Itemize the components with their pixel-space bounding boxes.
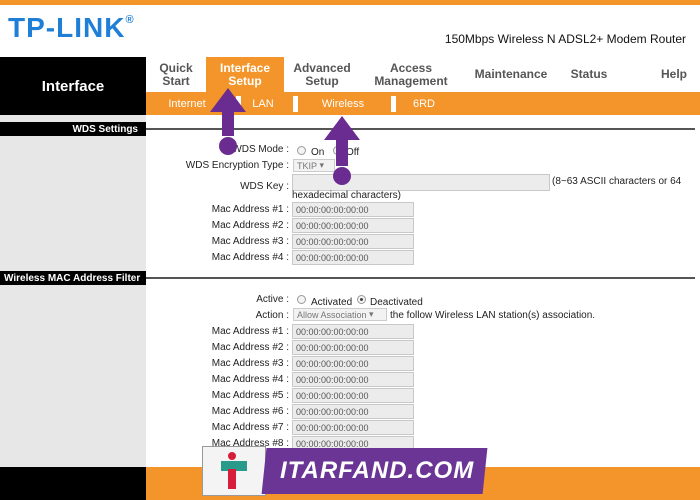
filter-mac-input[interactable]: 00:00:00:00:00:00 (292, 324, 414, 339)
tp-link-logo: TP-LINK® (8, 12, 135, 43)
filter-mac-label: Mac Address #4 : (211, 374, 289, 385)
wds-mac-input[interactable]: 00:00:00:00:00:00 (292, 234, 414, 249)
left-sidebar (0, 115, 146, 467)
filter-mac-input[interactable]: 00:00:00:00:00:00 (292, 404, 414, 419)
filter-mac-input[interactable]: 00:00:00:00:00:00 (292, 340, 414, 355)
wds-on-radio[interactable] (297, 146, 306, 155)
mac-filter-action-label: Action : (255, 310, 289, 321)
filter-mac-label: Mac Address #7 : (211, 422, 289, 433)
nav-access-management[interactable]: Access Management (360, 57, 462, 92)
nav-quick-start[interactable]: Quick Start (146, 57, 206, 92)
mac-filter-deactivated-label: Deactivated (370, 297, 423, 308)
nav-help[interactable]: Help (648, 57, 700, 92)
wds-settings-heading: WDS Settings (0, 122, 146, 136)
wds-encryption-label: WDS Encryption Type : (185, 160, 289, 171)
nav-advanced-setup[interactable]: Advanced Setup (284, 57, 360, 92)
watermark-text: ITARFAND.COM (280, 457, 475, 484)
filter-mac-label: Mac Address #5 : (211, 390, 289, 401)
wds-mac-input[interactable]: 00:00:00:00:00:00 (292, 218, 414, 233)
watermark: ITARFAND.COM (202, 446, 488, 496)
mac-filter-heading: Wireless MAC Address Filter (0, 271, 146, 285)
wds-key-hint-continued: hexadecimal characters) (292, 190, 401, 201)
top-accent-line (0, 0, 700, 5)
wds-key-hint: (8~63 ASCII characters or 64 (552, 176, 682, 187)
filter-mac-input[interactable]: 00:00:00:00:00:00 (292, 356, 414, 371)
mac-filter-action-hint: the follow Wireless LAN station(s) assoc… (390, 310, 596, 321)
wds-mac-input[interactable]: 00:00:00:00:00:00 (292, 250, 414, 265)
nav-maintenance[interactable]: Maintenance (466, 57, 556, 92)
filter-mac-label: Mac Address #2 : (211, 342, 289, 353)
nav-status[interactable]: Status (556, 57, 622, 92)
mac-filter-activated-radio[interactable] (297, 295, 306, 304)
annotation-arrow-icon (210, 88, 246, 155)
watermark-logo-icon (202, 446, 266, 496)
wds-key-label: WDS Key : (240, 181, 289, 192)
annotation-arrow-icon (324, 116, 360, 185)
section-title: Interface (0, 57, 146, 115)
filter-mac-input[interactable]: 00:00:00:00:00:00 (292, 420, 414, 435)
wds-mac-label: Mac Address #1 : (211, 204, 289, 215)
subnav-6rd[interactable]: 6RD (396, 92, 452, 115)
wds-mac-label: Mac Address #4 : (211, 252, 289, 263)
filter-mac-label: Mac Address #1 : (211, 326, 289, 337)
filter-mac-input[interactable]: 00:00:00:00:00:00 (292, 388, 414, 403)
wds-mac-label: Mac Address #3 : (211, 236, 289, 247)
filter-mac-label: Mac Address #3 : (211, 358, 289, 369)
mac-filter-activated-label: Activated (311, 297, 353, 308)
section-divider (146, 277, 695, 279)
mac-filter-action-select[interactable]: Allow Association ▾ (293, 308, 387, 321)
wds-mac-input[interactable]: 00:00:00:00:00:00 (292, 202, 414, 217)
filter-mac-label: Mac Address #6 : (211, 406, 289, 417)
subnav-wireless[interactable]: Wireless (298, 92, 388, 115)
mac-filter-active-label: Active : (256, 294, 289, 305)
model-name: 150Mbps Wireless N ADSL2+ Modem Router (444, 32, 686, 46)
mac-filter-deactivated-radio[interactable] (357, 295, 366, 304)
filter-mac-input[interactable]: 00:00:00:00:00:00 (292, 372, 414, 387)
wds-mac-label: Mac Address #2 : (211, 220, 289, 231)
footer-left-block (0, 467, 146, 500)
